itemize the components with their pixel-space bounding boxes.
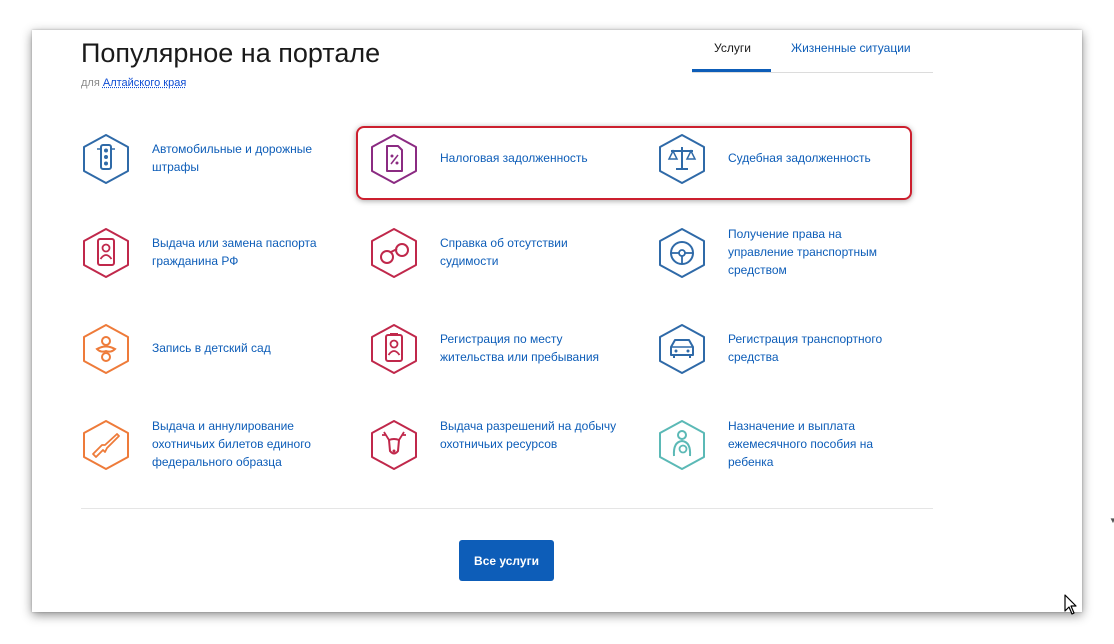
service-label: Справка об отсутствии судимости [440,236,568,268]
steering-wheel-icon [659,228,705,278]
active-tab-indicator [692,69,771,72]
divider [81,508,933,509]
region-link[interactable]: Алтайского края [103,77,186,89]
service-label: Судебная задолженность [728,151,871,165]
popular-services-panel: Популярное на портале для Алтайского кра… [32,30,1114,612]
tab-bar: Услуги Жизненные ситуации [692,30,933,73]
deer-icon [371,420,417,470]
service-label: Автомобильные и дорожные штрафы [152,142,313,174]
service-label: Выдача и аннулирование охотничьих билето… [152,419,311,469]
service-label: Назначение и выплата ежемесячного пособи… [728,419,874,469]
mouse-cursor-icon [1064,594,1077,615]
service-label: Получение права на управление транспортн… [728,227,878,277]
car-icon [659,324,705,374]
service-label: Регистрация транспортного средства [728,332,883,364]
scrollbar-arrow[interactable]: ▼ [1109,516,1114,525]
page-title: Популярное на портале [81,38,381,68]
service-label: Выдача или замена паспорта гражданина РФ [152,236,317,268]
scales-icon [659,134,705,184]
service-label: Налоговая задолженность [440,151,588,165]
traffic-light-icon [83,134,129,184]
handcuffs-icon [371,228,417,278]
registration-document-icon [371,324,417,374]
mother-child-icon [659,420,705,470]
all-services-button[interactable]: Все услуги [459,540,554,581]
passport-icon [83,228,129,278]
service-label: Регистрация по месту жительства или преб… [440,332,600,364]
tab-life-situations[interactable]: Жизненные ситуации [791,41,911,55]
pacifier-icon [83,324,129,374]
region-subtitle: для Алтайского края [81,77,186,89]
service-label: Запись в детский сад [152,341,271,355]
rifle-icon [83,420,129,470]
subtitle-prefix: для [81,77,100,89]
tax-document-icon [371,134,417,184]
tab-services[interactable]: Услуги [714,41,751,55]
service-label: Выдача разрешений на добычу охотничьих р… [440,419,617,451]
